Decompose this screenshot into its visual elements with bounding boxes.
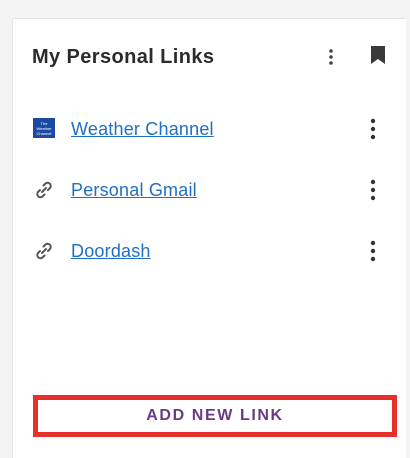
link-row-personal-gmail: Personal Gmail bbox=[13, 168, 406, 212]
link-personal-gmail[interactable]: Personal Gmail bbox=[71, 180, 197, 201]
bookmark-button[interactable] bbox=[370, 45, 392, 71]
chain-link-icon bbox=[36, 242, 52, 260]
bookmark-icon bbox=[371, 46, 385, 64]
link-weather-channel[interactable]: Weather Channel bbox=[71, 119, 214, 140]
link-icon bbox=[33, 240, 55, 262]
link-menu-button[interactable] bbox=[361, 115, 385, 143]
add-new-link-button[interactable]: ADD NEW LINK bbox=[33, 395, 397, 437]
card-menu-button[interactable] bbox=[319, 43, 343, 71]
card-header: My Personal Links bbox=[13, 19, 406, 93]
link-menu-button[interactable] bbox=[361, 237, 385, 265]
link-row-weather-channel: The Weather Channel Weather Channel bbox=[13, 107, 406, 151]
add-new-link-label: ADD NEW LINK bbox=[146, 407, 284, 424]
link-menu-button[interactable] bbox=[361, 176, 385, 204]
card-title: My Personal Links bbox=[32, 46, 215, 68]
link-doordash[interactable]: Doordash bbox=[71, 241, 151, 262]
vertical-ellipsis-icon bbox=[370, 179, 376, 201]
vertical-ellipsis-icon bbox=[370, 118, 376, 140]
vertical-ellipsis-icon bbox=[370, 240, 376, 262]
vertical-ellipsis-icon bbox=[329, 49, 333, 65]
personal-links-card: My Personal Links The Weather Channel We… bbox=[12, 18, 406, 458]
chain-link-icon bbox=[36, 181, 52, 199]
link-row-doordash: Doordash bbox=[13, 229, 406, 273]
link-icon bbox=[33, 179, 55, 201]
weather-channel-logo: The Weather Channel bbox=[33, 118, 55, 140]
